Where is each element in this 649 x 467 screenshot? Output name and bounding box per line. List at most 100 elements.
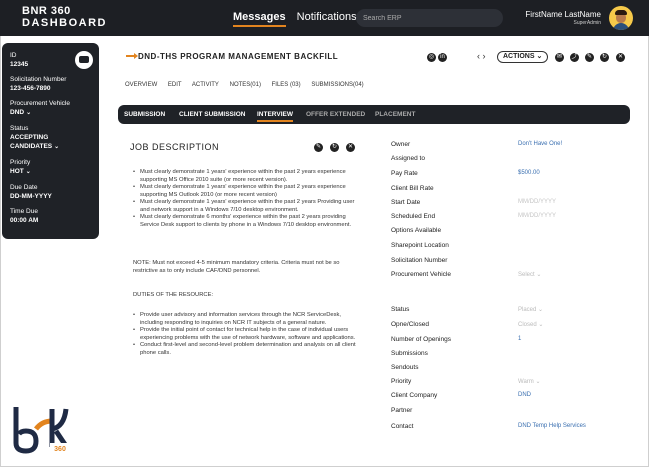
bill-rate-label: Client Bill Rate	[391, 185, 434, 192]
open-closed-value: Closed	[518, 322, 537, 328]
list-item: Must clearly demonstrate 1 years' experi…	[133, 199, 363, 214]
open-closed-select[interactable]: Closed ⌄	[518, 321, 543, 328]
user-name: FirstName LastName	[525, 10, 601, 19]
status-value: ACCEPTING CANDIDATES	[10, 134, 53, 150]
logo-number: 360	[54, 446, 66, 453]
tab-edit[interactable]: EDIT	[168, 82, 182, 88]
globe-icon[interactable]: ◎	[427, 53, 436, 62]
owner-label: Owner	[391, 141, 411, 148]
solicitation-number-label: Solicitation Number	[391, 257, 448, 264]
brand[interactable]: BNR 360 DASHBOARD	[22, 5, 107, 29]
close-icon[interactable]: ✕	[616, 53, 625, 62]
chevron-down-icon: ⌄	[536, 322, 544, 328]
tab-activity[interactable]: ACTIVITY	[192, 82, 219, 88]
refresh-icon[interactable]: ↻	[330, 143, 339, 152]
page-title: DND-THS PROGRAM MANAGEMENT BACKFILL	[138, 52, 339, 61]
list-item: Must clearly demonstrate 6 months' exper…	[133, 214, 363, 229]
tab-files[interactable]: FILES (03)	[272, 82, 301, 88]
edit-icon[interactable]: ✎	[585, 53, 594, 62]
next-arrow-icon[interactable]: ›	[483, 51, 486, 61]
chevron-down-icon: ⌄	[26, 110, 32, 116]
status-select[interactable]: ACCEPTING CANDIDATES ⌄	[10, 133, 91, 152]
time-due-value[interactable]: 00:00 AM	[10, 216, 91, 225]
submissions-label: Submissions	[391, 350, 428, 357]
avatar[interactable]	[609, 6, 633, 30]
list-item: Provide the initial point of contact for…	[133, 327, 363, 342]
brand-line1: BNR 360	[22, 5, 71, 17]
refresh-icon[interactable]: ↻	[600, 53, 609, 62]
actions-label: ACTIONS	[503, 53, 535, 60]
contact-label: Contact	[391, 423, 414, 430]
user-role: SuperAdmin	[573, 20, 601, 26]
priority-value: Warm	[518, 379, 534, 385]
pay-rate-value: $500.00	[518, 170, 540, 176]
bnr-logo: 360	[13, 407, 71, 454]
client-company-label: Client Company	[391, 392, 438, 399]
priority-value: HOT	[10, 168, 24, 175]
openings-value[interactable]: 1	[518, 336, 521, 342]
chevron-down-icon: ⌄	[536, 307, 544, 313]
priority-label: Priority	[391, 378, 412, 385]
tab-offer-extended[interactable]: OFFER EXTENDED	[306, 111, 365, 118]
job-description-title: JOB DESCRIPTION	[130, 142, 220, 152]
chevron-down-icon: ⌄	[534, 272, 542, 278]
record-sidebar: ID 12345 Solicitation Number 123-456-789…	[2, 43, 99, 239]
pipeline-tabbar: SUBMISSION CLIENT SUBMISSION INTERVIEW O…	[118, 105, 630, 124]
share-icon[interactable]: ⤴	[570, 53, 579, 62]
assigned-label: Assigned to	[391, 155, 425, 162]
procurement-vehicle-label: Procurement Vehicle	[391, 271, 451, 278]
scheduled-end-field[interactable]: MM/DD/YYYY	[518, 213, 556, 219]
procurement-vehicle-select[interactable]: Select ⌄	[518, 271, 541, 278]
solicitation-label: Solicitation Number	[10, 76, 67, 83]
tab-interview[interactable]: INTERVIEW	[257, 111, 293, 122]
list-item: Must clearly demonstrate 1 years' experi…	[133, 169, 363, 184]
nav-notifications[interactable]: Notifications	[297, 11, 357, 23]
due-date-value[interactable]: DD-MM-YYYY	[10, 192, 91, 201]
edit-icon[interactable]: ✎	[314, 143, 323, 152]
prev-arrow-icon[interactable]: ‹	[477, 51, 480, 61]
tab-placement[interactable]: PLACEMENT	[375, 111, 415, 118]
tab-overview[interactable]: OVERVIEW	[125, 82, 157, 88]
back-arrow-icon[interactable]	[126, 53, 138, 59]
start-date-field[interactable]: MM/DD/YYYY	[518, 199, 556, 205]
duties-list: Provide user advisory and information se…	[133, 312, 363, 357]
owner-value[interactable]: Don't Have One!	[518, 141, 562, 147]
close-icon[interactable]: ✕	[346, 143, 355, 152]
list-item: Must clearly demonstrate 1 years' experi…	[133, 184, 363, 199]
tab-client-submission[interactable]: CLIENT SUBMISSION	[179, 111, 245, 118]
tab-notes[interactable]: NOTES(01)	[230, 82, 261, 88]
record-tabs: OVERVIEW EDIT ACTIVITY NOTES(01) FILES (…	[125, 82, 373, 88]
open-closed-label: Opne/Closed	[391, 321, 429, 328]
solicitation-value: 123-456-7890	[10, 85, 51, 92]
vehicle-select[interactable]: DND ⌄	[10, 108, 91, 118]
user-block[interactable]: FirstName LastName SuperAdmin	[525, 10, 601, 28]
status-label: Status	[10, 125, 29, 132]
tab-submission[interactable]: SUBMISSION	[124, 111, 165, 118]
contact-value[interactable]: DND Temp Help Services	[518, 423, 586, 429]
openings-label: Number of Openings	[391, 336, 451, 343]
time-due-label: Time Due	[10, 208, 38, 215]
criteria-note: NOTE: Must not exceed 4-5 minimum mandat…	[133, 260, 340, 274]
vehicle-label: Procurement Vehicle	[10, 100, 70, 107]
start-date-label: Start Date	[391, 199, 421, 206]
linkedin-icon[interactable]: in	[438, 53, 447, 62]
brand-line2: DASHBOARD	[22, 17, 107, 29]
priority-label: Priority	[10, 159, 31, 166]
nav-messages[interactable]: Messages	[233, 11, 286, 27]
mail-icon[interactable]: ✉	[555, 53, 564, 62]
tab-submissions[interactable]: SUBMISSIONS(04)	[311, 82, 363, 88]
priority-select[interactable]: Warm ⌄	[518, 378, 540, 385]
pay-rate-label: Pay Rate	[391, 170, 418, 177]
procurement-vehicle-value: Select	[518, 272, 535, 278]
sendouts-label: Sendouts	[391, 364, 419, 371]
vehicle-value: DND	[10, 109, 25, 116]
briefcase-icon[interactable]	[75, 51, 93, 69]
priority-select[interactable]: HOT ⌄	[10, 167, 91, 177]
top-bar: BNR 360 DASHBOARD Messages Notifications…	[0, 0, 649, 36]
status-select[interactable]: Placed ⌄	[518, 306, 543, 313]
status-label: Status	[391, 306, 410, 313]
client-company-value[interactable]: DND	[518, 392, 531, 398]
actions-button[interactable]: ACTIONS ⌄	[497, 51, 549, 63]
search-input[interactable]	[356, 9, 503, 27]
list-item: Conduct first-level and second-level pro…	[133, 342, 363, 357]
